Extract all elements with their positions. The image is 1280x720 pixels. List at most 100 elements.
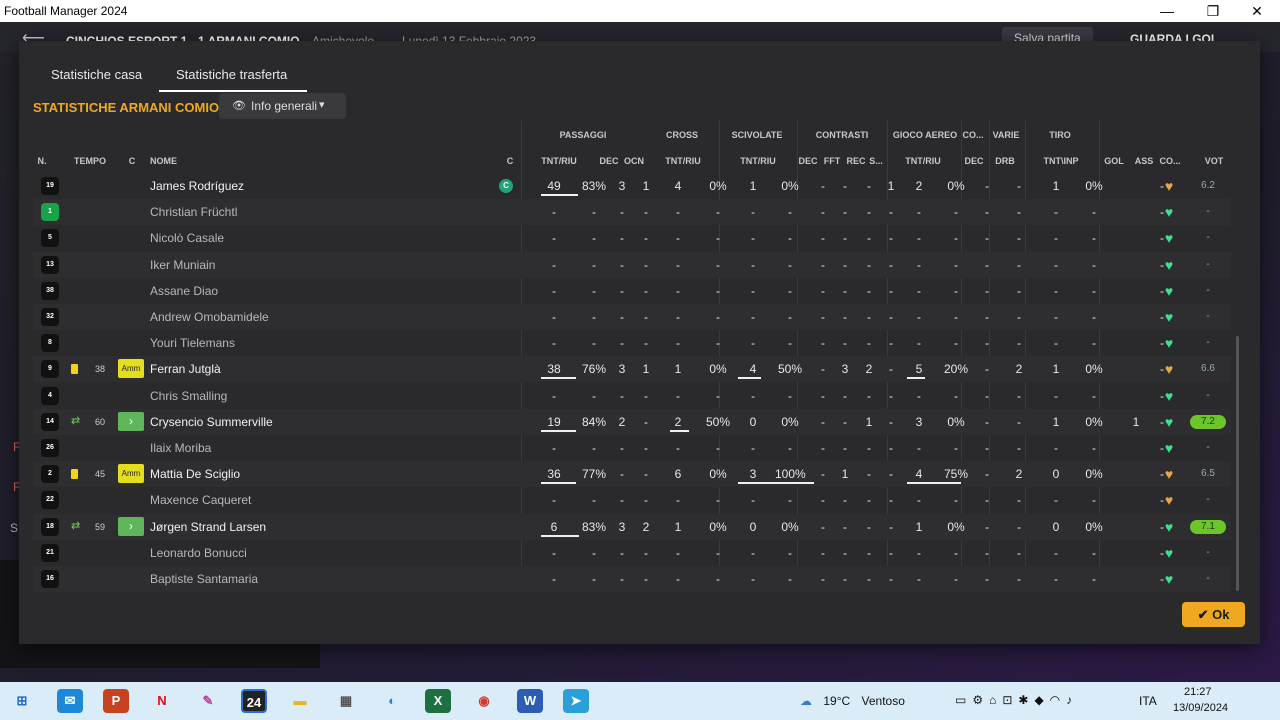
col-tackle-tnt[interactable]: TNT/RIU xyxy=(734,156,782,166)
col-duel-s[interactable]: S... xyxy=(869,156,883,166)
calculator-icon[interactable]: ▦ xyxy=(333,689,359,713)
duel-fouls: - xyxy=(843,441,847,455)
col-time[interactable]: TEMPO xyxy=(69,156,111,166)
aerial-ratio: - xyxy=(954,545,958,560)
player-name[interactable]: Youri Tielemans xyxy=(150,330,235,356)
table-row[interactable]: 13 Iker Muniain - - - - - - - - - - - - - - - - - - - ♥ - xyxy=(33,251,1231,278)
table-row[interactable]: 8 Youri Tielemans - - - - - - - - - - - - - - - - - - - ♥ - xyxy=(33,330,1231,356)
player-name[interactable]: Mattia De Sciglio xyxy=(150,461,240,487)
player-name[interactable]: Leonardo Bonucci xyxy=(150,540,247,566)
player-name[interactable]: Iker Muniain xyxy=(150,252,215,278)
scrollbar[interactable] xyxy=(1236,336,1239,591)
duel-fouls: - xyxy=(843,231,847,246)
pass-decisive: - xyxy=(620,441,624,455)
col-pass-ocn[interactable]: OCN xyxy=(621,156,647,166)
col-shots[interactable]: TNT\INP xyxy=(1037,156,1085,166)
col-aerial-tnt[interactable]: TNT/RIU xyxy=(887,156,959,166)
tab-home-stats[interactable]: Statistiche casa xyxy=(51,67,142,82)
sub-in-badge: › xyxy=(118,516,144,536)
table-row[interactable]: 1 Christian Früchtl - - - - - - - - - - - - - - - - - - - ♥ - xyxy=(33,199,1231,226)
duel-s: - xyxy=(889,519,893,534)
telegram-icon[interactable]: ➤ xyxy=(563,689,589,713)
player-name[interactable]: Ferran Jutglà xyxy=(150,356,221,382)
co-decisive: - xyxy=(985,572,989,586)
player-name[interactable]: Andrew Omobamidele xyxy=(150,304,269,330)
football-manager-icon[interactable]: 24 xyxy=(241,689,267,713)
col-assists[interactable]: ASS xyxy=(1133,156,1155,166)
co-decisive: - xyxy=(985,336,989,351)
chrome-icon[interactable]: ◉ xyxy=(471,689,497,713)
player-name[interactable]: Chris Smalling xyxy=(150,383,227,409)
maximize-button[interactable]: ❐ xyxy=(1190,0,1236,22)
player-name[interactable]: Jørgen Strand Larsen xyxy=(150,514,266,540)
table-row[interactable]: 21 Leonardo Bonucci - - - - - - - - - - - - - - - - - - - ♥ - xyxy=(33,540,1231,566)
table-row[interactable]: 4 Chris Smalling - - - - - - - - - - - - - - - - - - - ♥ - xyxy=(33,383,1231,409)
aerial-attempts: - xyxy=(917,388,921,403)
col-condition[interactable]: CO... xyxy=(1157,156,1183,166)
excel-icon[interactable]: X xyxy=(425,689,451,713)
ratio-bar xyxy=(541,429,576,432)
col-number[interactable]: N. xyxy=(33,156,51,166)
table-row[interactable]: 2 45 Amm Mattia De Sciglio 36 77% - -6 0% 3 100% -1… xyxy=(33,461,1231,488)
windows-start-icon[interactable]: ⊞ xyxy=(9,689,35,713)
edge-icon[interactable]: ◐ xyxy=(379,689,405,713)
col-duel-fft[interactable]: FFT xyxy=(822,156,842,166)
mail-icon[interactable]: ✉ xyxy=(57,689,83,713)
player-name[interactable]: Christian Früchtl xyxy=(150,199,237,225)
player-name[interactable]: James Rodríguez xyxy=(150,173,244,199)
table-row[interactable]: 9 38 Amm Ferran Jutglà 38 76% 3 1 1 0% 4 50% -3 2-5 20… xyxy=(33,356,1231,383)
tray-icons[interactable]: ▭⚙⌂⊡✱◆◠♪ xyxy=(955,693,1078,707)
view-dropdown[interactable]: 👁 Info generali ▾ xyxy=(219,93,346,119)
word-icon[interactable]: W xyxy=(517,689,543,713)
file-explorer-icon[interactable]: ▬ xyxy=(287,689,313,713)
paint-icon[interactable]: ✎ xyxy=(195,689,221,713)
table-row[interactable]: 19 James Rodríguez C 49 83% 3 1 4 0% 1 0% - - -1 2 0% - -… xyxy=(33,173,1231,199)
shots: - xyxy=(1054,441,1058,455)
player-name[interactable]: Maxence Caqueret xyxy=(150,487,251,513)
shots-on-target: 0% xyxy=(1085,179,1103,193)
duel-s: - xyxy=(889,545,893,560)
netflix-icon[interactable]: N xyxy=(149,689,175,713)
player-name[interactable]: Ilaix Moriba xyxy=(150,435,211,461)
col-co-dec[interactable]: DEC xyxy=(964,156,984,166)
minimize-button[interactable]: — xyxy=(1144,0,1190,22)
col-pass-dec[interactable]: DEC xyxy=(598,156,620,166)
col-pass-tnt[interactable]: TNT/RIU xyxy=(533,156,585,166)
table-row[interactable]: 32 Andrew Omobamidele - - - - - - - - - - - - - - - - - - - ♥… xyxy=(33,304,1231,330)
col-captain[interactable]: C xyxy=(505,156,515,166)
table-row[interactable]: 18 ⇄ 59 › Jørgen Strand Larsen 6 83% 3 2 1 0% 0 0% - -… xyxy=(33,513,1231,540)
table-row[interactable]: 14 ⇄ 60 › Crysencio Summerville 19 84% 2-2 50% 0 0… xyxy=(33,408,1231,435)
col-rating[interactable]: VOT xyxy=(1199,156,1229,166)
language-indicator[interactable]: ITA xyxy=(1139,694,1157,708)
player-rating: 6.2 xyxy=(1201,180,1215,191)
duel-decisive: - xyxy=(821,467,825,482)
shots-on-target: - xyxy=(1092,388,1096,403)
player-name[interactable]: Crysencio Summerville xyxy=(150,409,273,435)
tab-away-stats[interactable]: Statistiche trasferta xyxy=(176,67,287,82)
ok-button[interactable]: ✔ Ok xyxy=(1182,602,1245,627)
goals xyxy=(1129,566,1143,592)
col-dribbles[interactable]: DRB xyxy=(991,156,1019,166)
player-rating: - xyxy=(1206,311,1210,322)
col-duel-rec[interactable]: REC xyxy=(845,156,867,166)
col-cross-tnt[interactable]: TNT/RIU xyxy=(659,156,707,166)
table-row[interactable]: 26 Ilaix Moriba - - - - - - - - - - - - - - - - - - - ♥ - xyxy=(33,435,1231,461)
table-row[interactable]: 5 Nicolò Casale - - - - - - - - - - - - - - - - - - - ♥ - xyxy=(33,225,1231,251)
player-name[interactable]: Assane Diao xyxy=(150,278,218,304)
aerial-attempts: 3 xyxy=(915,414,923,429)
table-row[interactable]: 16 Baptiste Santamaria - - - - - - - - - - - - - - - - - - -… xyxy=(33,566,1231,592)
powerpoint-icon[interactable]: P xyxy=(103,689,129,713)
col-duel-dec[interactable]: DEC xyxy=(797,156,819,166)
duel-fouls: - xyxy=(843,283,847,298)
pass-attempts: - xyxy=(552,283,556,298)
ratio-bar xyxy=(541,194,578,196)
close-button[interactable]: ✕ xyxy=(1234,0,1280,22)
table-row[interactable]: 22 Maxence Caqueret - - - - - - - - - - - - - - - - - - - ♥ - xyxy=(33,487,1231,513)
col-c[interactable]: C xyxy=(125,156,139,166)
player-name[interactable]: Nicolò Casale xyxy=(150,225,224,251)
player-name[interactable]: Baptiste Santamaria xyxy=(150,566,258,592)
table-row[interactable]: 38 Assane Diao - - - - - - - - - - - - - - - - - - - ♥ - xyxy=(33,278,1231,304)
goals xyxy=(1129,199,1143,225)
col-name[interactable]: NOME xyxy=(150,156,190,166)
col-goals[interactable]: GOL xyxy=(1102,156,1126,166)
